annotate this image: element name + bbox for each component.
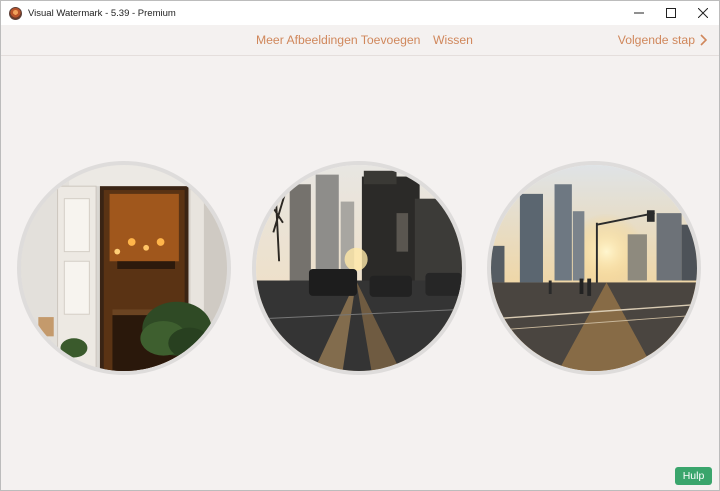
next-step-label: Volgende stap bbox=[617, 33, 695, 47]
city-street-sunset-photo bbox=[256, 165, 462, 371]
doorway-cafe-photo bbox=[21, 165, 227, 371]
window-controls bbox=[623, 1, 719, 25]
maximize-icon bbox=[666, 8, 676, 18]
help-button[interactable]: Hulp bbox=[675, 467, 712, 485]
window-title: Visual Watermark - 5.39 - Premium bbox=[28, 7, 176, 19]
top-toolbar: Meer Afbeeldingen Toevoegen Wissen Volge… bbox=[1, 25, 719, 56]
image-gallery bbox=[1, 56, 719, 490]
app-window: Visual Watermark - 5.39 - Premium Meer A… bbox=[0, 0, 720, 491]
clear-link[interactable]: Wissen bbox=[433, 33, 473, 47]
image-thumbnail-doorway[interactable] bbox=[17, 161, 231, 375]
minimize-button[interactable] bbox=[623, 1, 655, 25]
title-bar: Visual Watermark - 5.39 - Premium bbox=[1, 1, 719, 25]
minimize-icon bbox=[634, 12, 644, 14]
image-thumbnail-skyline[interactable] bbox=[487, 161, 701, 375]
close-button[interactable] bbox=[687, 1, 719, 25]
app-logo-icon bbox=[9, 6, 22, 20]
skyline-crosswalk-sunset-photo bbox=[491, 165, 697, 371]
maximize-button[interactable] bbox=[655, 1, 687, 25]
chevron-right-icon bbox=[700, 34, 707, 46]
next-step-link[interactable]: Volgende stap bbox=[618, 33, 707, 47]
close-icon bbox=[698, 8, 708, 18]
add-more-images-link[interactable]: Meer Afbeeldingen Toevoegen bbox=[256, 33, 420, 47]
image-thumbnail-street[interactable] bbox=[252, 161, 466, 375]
